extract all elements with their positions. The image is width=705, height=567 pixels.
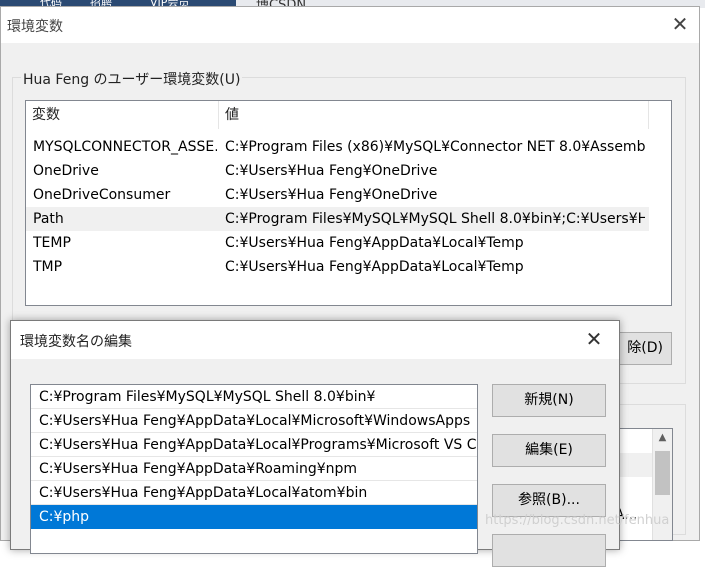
user-var-row[interactable]: TEMP C:¥Users¥Hua Feng¥AppData¥Local¥Tem… bbox=[26, 231, 649, 255]
path-entry[interactable]: C:¥Users¥Hua Feng¥AppData¥Local¥Microsof… bbox=[31, 409, 477, 433]
user-var-row[interactable]: OneDriveConsumer C:¥Users¥Hua Feng¥OneDr… bbox=[26, 183, 649, 207]
user-var-value: C:¥Users¥Hua Feng¥AppData¥Local¥Temp bbox=[225, 259, 524, 275]
user-var-value: C:¥Users¥Hua Feng¥OneDrive bbox=[225, 187, 438, 203]
user-vars-group-label: Hua Feng のユーザー環境変数(U) bbox=[21, 69, 243, 89]
user-var-name: MYSQLCONNECTOR_ASSE... bbox=[33, 139, 217, 155]
user-var-value: C:¥Program Files (x86)¥MySQL¥Connector N… bbox=[225, 139, 645, 155]
env-vars-titlebar: 環境変数 ✕ bbox=[1, 7, 699, 43]
path-entry[interactable]: C:¥Users¥Hua Feng¥AppData¥Roaming¥npm bbox=[31, 457, 477, 481]
delete-path-button[interactable] bbox=[492, 534, 606, 567]
path-entry[interactable]: C:¥Users¥Hua Feng¥AppData¥Local¥Programs… bbox=[31, 433, 477, 457]
user-var-row-path-selected[interactable]: Path C:¥Program Files¥MySQL¥MySQL Shell … bbox=[26, 207, 649, 231]
user-var-name: Path bbox=[33, 211, 64, 227]
env-vars-title: 環境変数 bbox=[7, 19, 63, 35]
column-header-variable[interactable]: 変数 bbox=[26, 101, 219, 129]
watermark-text: https://blog.csdn.net/fenhua bbox=[485, 513, 670, 528]
user-var-name: TEMP bbox=[33, 235, 71, 251]
scroll-up-arrow-icon[interactable]: ▲ bbox=[653, 429, 672, 447]
path-entry[interactable]: C:¥Users¥Hua Feng¥AppData¥Local¥atom¥bin bbox=[31, 481, 477, 505]
user-var-value: C:¥Program Files¥MySQL¥MySQL Shell 8.0¥b… bbox=[225, 211, 645, 227]
user-var-name: OneDrive bbox=[33, 163, 99, 179]
edit-button[interactable]: 編集(E) bbox=[492, 434, 606, 467]
user-var-value: C:¥Users¥Hua Feng¥AppData¥Local¥Temp bbox=[225, 235, 524, 251]
close-icon[interactable]: ✕ bbox=[669, 13, 691, 35]
user-var-row[interactable]: OneDrive C:¥Users¥Hua Feng¥OneDrive bbox=[26, 159, 649, 183]
user-vars-list[interactable]: 変数 値 MYSQLCONNECTOR_ASSE... C:¥Program F… bbox=[25, 100, 672, 306]
edit-dialog-titlebar: 環境変数名の編集 ✕ bbox=[11, 321, 619, 359]
scroll-thumb[interactable] bbox=[655, 451, 670, 495]
user-var-name: TMP bbox=[33, 259, 63, 275]
user-var-row[interactable]: TMP C:¥Users¥Hua Feng¥AppData¥Local¥Temp bbox=[26, 255, 649, 279]
close-icon[interactable]: ✕ bbox=[583, 328, 605, 350]
path-entry[interactable]: C:¥Program Files¥MySQL¥MySQL Shell 8.0¥b… bbox=[31, 385, 477, 409]
path-entry-selected[interactable]: C:¥php bbox=[31, 505, 477, 529]
edit-dialog-title: 環境変数名の編集 bbox=[20, 334, 132, 350]
new-button[interactable]: 新規(N) bbox=[492, 384, 606, 417]
user-var-row[interactable]: MYSQLCONNECTOR_ASSE... C:¥Program Files … bbox=[26, 135, 649, 159]
user-vars-list-header: 変数 値 bbox=[26, 101, 671, 129]
user-var-value: C:¥Users¥Hua Feng¥OneDrive bbox=[225, 163, 438, 179]
path-entries-list[interactable]: C:¥Program Files¥MySQL¥MySQL Shell 8.0¥b… bbox=[30, 384, 478, 554]
user-var-name: OneDriveConsumer bbox=[33, 187, 171, 203]
column-header-value[interactable]: 値 bbox=[219, 101, 649, 129]
